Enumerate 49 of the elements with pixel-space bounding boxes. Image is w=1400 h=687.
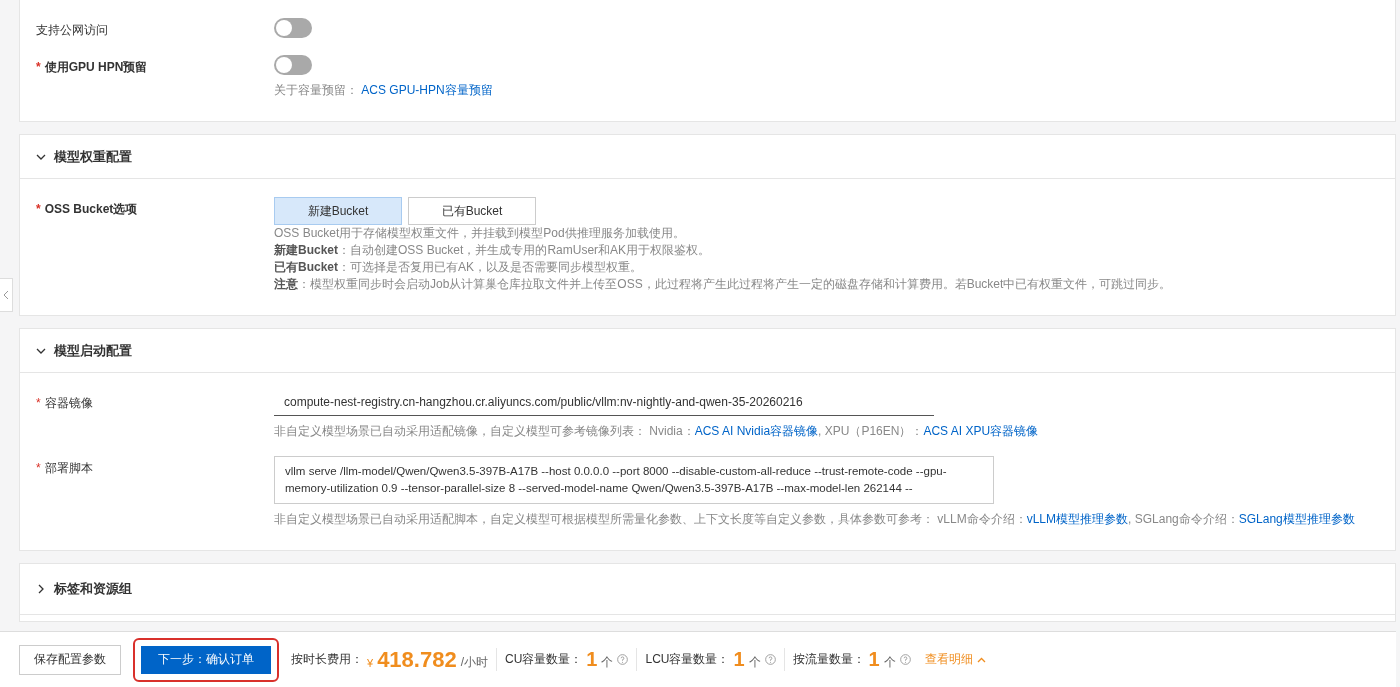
- help-text: 非自定义模型场景已自动采用适配镜像，自定义模型可参考镜像列表： Nvidia：ACS AI Nvidia容器镜像, XPU（P16EN）：ACS AI XPU容器镜像: [274, 423, 1040, 440]
- next-button[interactable]: 下一步：确认订单: [141, 645, 271, 674]
- count-label: CU容量数量：: [505, 651, 583, 668]
- cost-amount: 418.782: [377, 646, 457, 673]
- field-label: * 部署脚本: [36, 460, 94, 477]
- toggle-switch[interactable]: [274, 18, 312, 38]
- cost-label: 按时长费用：: [291, 651, 363, 668]
- note-text: 新建Bucket：自动创建OSS Bucket，并生成专用的RamUser和AK用于权限鉴权。: [274, 242, 712, 259]
- count-unit: 个: [601, 654, 614, 671]
- doc-link[interactable]: ACS GPU-HPN容量预留: [361, 83, 493, 97]
- field-label: * 使用GPU HPN预留: [36, 59, 149, 76]
- required-asterisk: *: [36, 202, 41, 216]
- script-text-area[interactable]: vllm serve /llm-model/Qwen/Qwen3.5-397B-A17B --host 0.0.0.0 --port 8000 --disable-custom-all-reduce --trust-remote-code --gpu-memory-utilization 0.9 --tensor-parallel-size 8 --served-model-name Qwen/Qwen3.5-397B-A17B --max-model-len 262144 --: [274, 456, 994, 504]
- count-value: 1: [868, 648, 880, 671]
- required-asterisk: *: [36, 60, 41, 74]
- cost-unit: /小时: [460, 654, 488, 671]
- doc-link[interactable]: ACS AI XPU容器镜像: [923, 424, 1039, 438]
- save-button[interactable]: 保存配置参数: [19, 644, 121, 675]
- note-text: 已有Bucket：可选择是否复用已有AK，以及是否需要同步模型权重。: [274, 259, 644, 276]
- required-asterisk: *: [36, 461, 41, 475]
- count-value: 1: [586, 648, 598, 671]
- required-asterisk: *: [36, 396, 41, 410]
- collapse-handle[interactable]: [0, 278, 13, 312]
- caret-up-icon: [976, 656, 986, 663]
- field-label: * OSS Bucket选项: [36, 201, 139, 218]
- doc-link[interactable]: SGLang模型推理参数: [1238, 512, 1355, 526]
- note-text: 注意：模型权重同步时会启动Job从计算巢仓库拉取文件并上传至OSS，此过程将产生此过程将产生一定的磁盘存储和计算费用。若Bucket中已有权重文件，可跳过同步。: [274, 276, 1173, 293]
- field-label: 支持公网访问: [36, 22, 109, 39]
- help-icon[interactable]: [899, 654, 911, 665]
- image-input-field[interactable]: compute-nest-registry.cn-hangzhou.cr.aliyuncs.com/public/vllm:nv-nightly-and-qwen-35-20260216: [274, 391, 934, 416]
- toggle-switch[interactable]: [274, 55, 312, 75]
- section-header[interactable]: 模型权重配置: [20, 135, 1395, 179]
- count-value: 1: [733, 648, 745, 671]
- help-text: 非自定义模型场景已自动采用适配脚本，自定义模型可根据模型所需量化参数、上下文长度等自定义参数，具体参数可参考： vLLM命令介绍：vLLM模型推理参数, SGLang命令介绍：SGLang模型推理参数: [274, 511, 1356, 528]
- field-label: * 容器镜像: [36, 395, 94, 412]
- help-icon[interactable]: [617, 654, 629, 665]
- count-unit: 个: [748, 654, 761, 671]
- count-label: 按流量数量：: [792, 651, 865, 668]
- help-icon[interactable]: [764, 654, 776, 665]
- count-unit: 个: [883, 654, 896, 671]
- help-text: 关于容量预留： ACS GPU-HPN容量预留: [274, 82, 494, 99]
- currency-sign: ¥: [367, 656, 374, 669]
- option-button[interactable]: 已有Bucket: [408, 197, 536, 225]
- section-header[interactable]: 模型启动配置: [20, 329, 1395, 373]
- chevron-right-icon: [36, 584, 46, 594]
- option-button[interactable]: 新建Bucket: [274, 197, 402, 225]
- note-text: OSS Bucket用于存储模型权重文件，并挂载到模型Pod供推理服务加载使用。: [274, 225, 686, 242]
- count-label: LCU容量数量：: [645, 651, 730, 668]
- section-header[interactable]: 标签和资源组: [20, 564, 1395, 614]
